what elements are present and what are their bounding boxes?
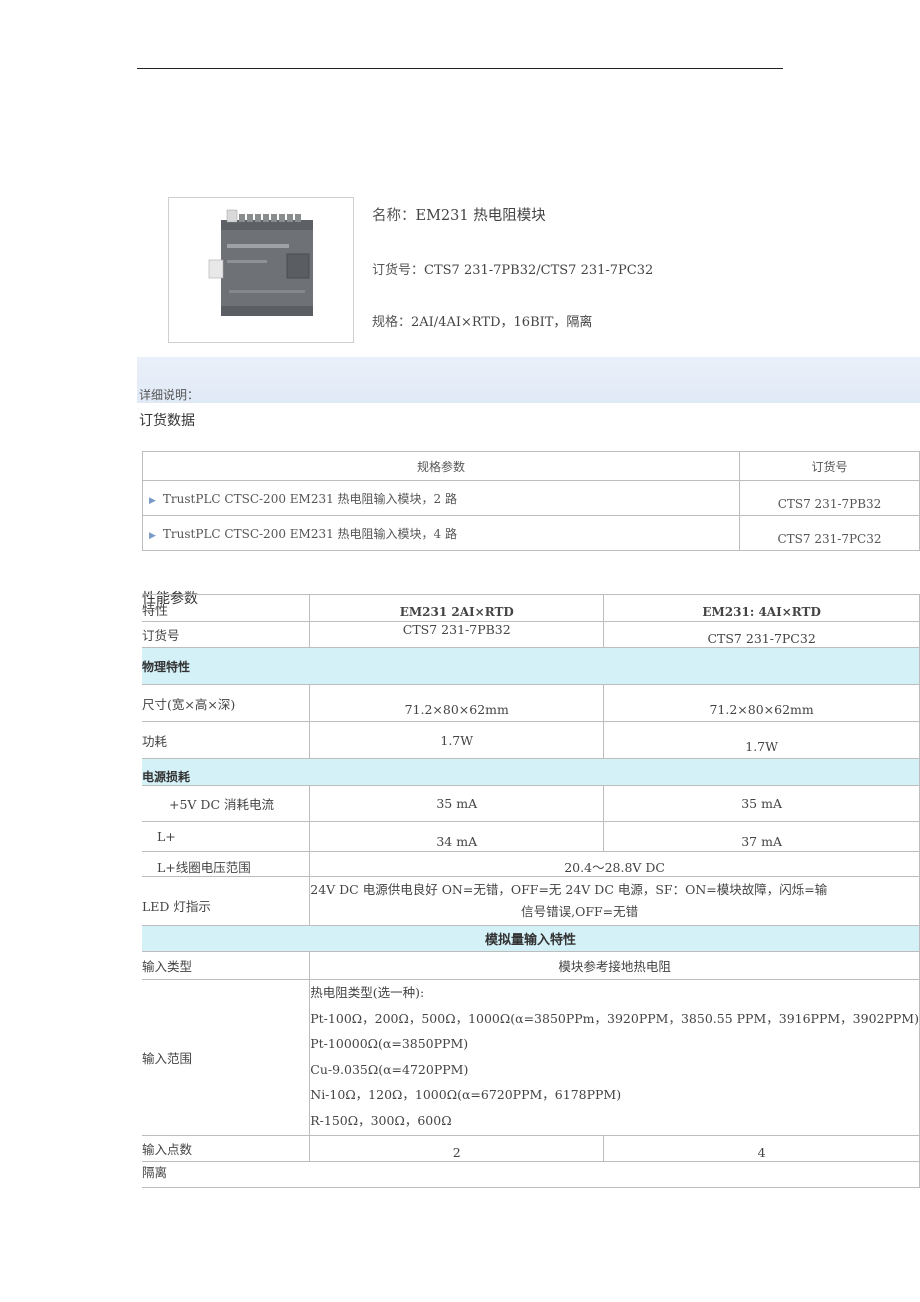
row-value: CTS7 231-7PC32 (604, 622, 920, 648)
row-label: 订货号 (142, 622, 311, 648)
order-data-title: 订货数据 (139, 413, 195, 429)
order-header-spec: 规格参数 (143, 452, 740, 481)
range-line: Cu-9.035Ω(α=4720PPM) (310, 1061, 469, 1077)
row-value: 37 mA (604, 822, 920, 852)
row-value: 34 mA (310, 822, 605, 852)
range-line: Pt-10000Ω(α=3850PPM) (310, 1036, 469, 1051)
row-label: 尺寸(宽×高×深) (142, 685, 311, 722)
product-order-number: 订货号：CTS7 231-7PB32/CTS7 231-7PC32 (372, 259, 653, 278)
table-row: LED 灯指示 24V DC 电源供电良好 ON=无错，OFF=无 24V DC… (142, 877, 920, 926)
table-row: L+ 34 mA 37 mA (142, 822, 920, 852)
order-number-cell: CTS7 231-7PC32 (740, 516, 920, 551)
row-value: 4 (604, 1136, 920, 1162)
table-row: 输入范围 热电阻类型(选一种): Pt-100Ω，200Ω，500Ω，1000Ω… (142, 980, 920, 1136)
row-label: 输入范围 (142, 980, 311, 1136)
row-value: 模块参考接地热电阻 (310, 952, 920, 980)
row-label: +5V DC 消耗电流 (142, 786, 311, 822)
perf-header-row: 特性 EM231 2AI×RTD EM231: 4AI×RTD (142, 595, 920, 622)
product-name: 名称：EM231 热电阻模块 (372, 204, 546, 225)
input-range-value: 热电阻类型(选一种): Pt-100Ω，200Ω，500Ω，1000Ω(α=38… (310, 980, 920, 1136)
perf-header-4ai: EM231: 4AI×RTD (604, 595, 920, 622)
row-label: LED 灯指示 (142, 877, 311, 926)
row-value: 71.2×80×62mm (604, 685, 920, 722)
product-spec-label: 规格： (372, 315, 412, 330)
section-power-loss: 电源损耗 (142, 759, 920, 786)
product-spec: 规格：2AI/4AI×RTD，16BIT，隔离 (372, 311, 592, 330)
table-row: ▶ TrustPLC CTSC-200 EM231 热电阻输入模块，2 路 CTS… (143, 481, 920, 516)
table-row: 尺寸(宽×高×深) 71.2×80×62mm 71.2×80×62mm (142, 685, 920, 722)
bullet-icon: ▶ (149, 530, 156, 541)
row-value: 20.4～28.8V DC (310, 852, 920, 877)
order-spec-text: TrustPLC CTSC-200 EM231 热电阻输入模块，2 路 (162, 491, 457, 506)
order-spec-cell: ▶ TrustPLC CTSC-200 EM231 热电阻输入模块，2 路 (143, 481, 740, 516)
table-row: L+线圈电压范围 20.4～28.8V DC (142, 852, 920, 877)
led-line-1: 24V DC 电源供电良好 ON=无错，OFF=无 24V DC 电源，SF：O… (310, 882, 828, 897)
product-spec-value: 2AI/4AI×RTD，16BIT，隔离 (411, 315, 593, 330)
table-row: 输入点数 2 4 (142, 1136, 920, 1162)
order-table-header: 规格参数 订货号 (143, 452, 920, 481)
range-line: Ni-10Ω，120Ω，1000Ω(α=6720PPM，6178PPM) (310, 1087, 622, 1102)
row-label: 输入类型 (142, 952, 311, 980)
product-name-value: EM231 热电阻模块 (415, 208, 546, 224)
row-label: L+ (142, 822, 311, 852)
table-row: +5V DC 消耗电流 35 mA 35 mA (142, 786, 920, 822)
perf-header-feature: 特性 (142, 595, 311, 622)
order-header-number: 订货号 (740, 452, 920, 481)
row-label: L+线圈电压范围 (142, 852, 311, 877)
perf-header-2ai: EM231 2AI×RTD (310, 595, 605, 622)
table-row: 功耗 1.7W 1.7W (142, 722, 920, 759)
bullet-icon: ▶ (149, 495, 156, 506)
detail-band (137, 357, 920, 403)
order-data-table: 规格参数 订货号 ▶ TrustPLC CTSC-200 EM231 热电阻输入模… (142, 451, 920, 551)
table-row: ▶ TrustPLC CTSC-200 EM231 热电阻输入模块，4 路 CTS… (143, 516, 920, 551)
section-physical: 物理特性 (142, 648, 920, 685)
section-analog: 模拟量输入特性 (142, 926, 920, 952)
detail-label: 详细说明： (139, 388, 200, 402)
product-order-value: CTS7 231-7PB32/CTS7 231-7PC32 (424, 263, 654, 278)
range-line: 热电阻类型(选一种): (310, 985, 425, 1000)
table-row: 订货号 CTS7 231-7PB32 CTS7 231-7PC32 (142, 622, 920, 648)
row-value: 1.7W (310, 722, 605, 759)
range-line: Pt-100Ω，200Ω，500Ω，1000Ω(α=3850PPm，3920PP… (310, 1010, 919, 1026)
row-label: 隔离 (142, 1162, 920, 1188)
row-value: 1.7W (604, 722, 920, 759)
section-row: 电源损耗 (142, 759, 920, 786)
row-value: 35 mA (604, 786, 920, 822)
table-row: 输入类型 模块参考接地热电阻 (142, 952, 920, 980)
section-row: 物理特性 (142, 648, 920, 685)
range-line: R-150Ω，300Ω，600Ω (310, 1112, 452, 1128)
product-order-label: 订货号： (372, 263, 425, 278)
row-value: CTS7 231-7PB32 (310, 622, 605, 648)
order-spec-text: TrustPLC CTSC-200 EM231 热电阻输入模块，4 路 (162, 526, 457, 541)
row-label: 功耗 (142, 722, 311, 759)
led-value: 24V DC 电源供电良好 ON=无错，OFF=无 24V DC 电源，SF：O… (310, 877, 920, 926)
row-value: 2 (310, 1136, 605, 1162)
perf-table: 特性 EM231 2AI×RTD EM231: 4AI×RTD 订货号 CTS7… (142, 594, 920, 1188)
table-row: 隔离 (142, 1162, 920, 1188)
row-value: 35 mA (310, 786, 605, 822)
order-spec-cell: ▶ TrustPLC CTSC-200 EM231 热电阻输入模块，4 路 (143, 516, 740, 551)
row-value: 71.2×80×62mm (310, 685, 605, 722)
header-rule (137, 68, 783, 69)
product-image (168, 197, 354, 343)
row-label: 输入点数 (142, 1136, 311, 1162)
order-number-cell: CTS7 231-7PB32 (740, 481, 920, 516)
section-row: 模拟量输入特性 (142, 926, 920, 952)
led-line-2: 信号错误,OFF=无错 (521, 904, 639, 919)
product-name-label: 名称： (372, 208, 416, 224)
